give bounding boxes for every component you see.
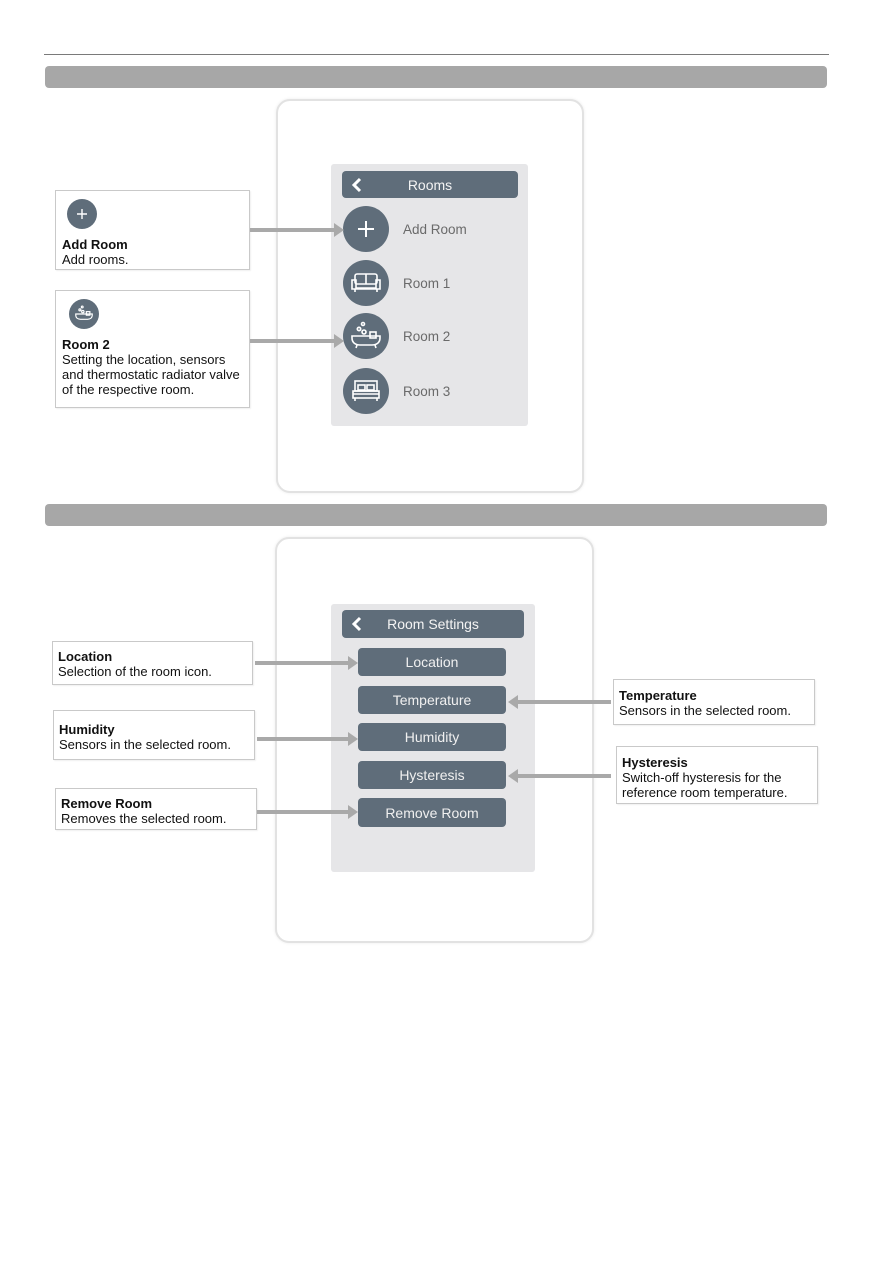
callout-temperature: Temperature Sensors in the selected room…	[613, 679, 815, 725]
chevron-left-icon[interactable]	[350, 177, 364, 193]
room-list-item-add-room[interactable]: Add Room	[343, 206, 467, 252]
bed-icon	[343, 368, 389, 414]
callout-remove-room: Remove Room Removes the selected room.	[55, 788, 257, 830]
callout-title: Add Room	[62, 237, 128, 252]
arrow-temperature	[508, 695, 611, 709]
section-bar-rooms	[45, 66, 827, 88]
callout-text: Sensors in the selected room.	[59, 737, 231, 752]
room-label: Room 1	[403, 275, 451, 291]
callout-text-line: reference room temperature.	[622, 785, 788, 800]
room-label: Room 2	[403, 328, 451, 344]
humidity-button[interactable]: Humidity	[358, 723, 506, 751]
callout-title: Humidity	[59, 722, 115, 737]
location-button[interactable]: Location	[358, 648, 506, 676]
callout-text-line: Switch-off hysteresis for the	[622, 770, 782, 785]
sofa-icon	[343, 260, 389, 306]
callout-room-2: Room 2 Setting the location, sensors and…	[55, 290, 250, 408]
callout-humidity: Humidity Sensors in the selected room.	[53, 710, 255, 760]
callout-title: Room 2	[62, 337, 110, 352]
callout-location: Location Selection of the room icon.	[52, 641, 253, 685]
temperature-button[interactable]: Temperature	[358, 686, 506, 714]
room-settings-header-title: Room Settings	[387, 616, 479, 632]
arrow-location	[255, 656, 358, 670]
chevron-left-icon[interactable]	[350, 616, 364, 632]
hysteresis-button[interactable]: Hysteresis	[358, 761, 506, 789]
section-bar-room-settings	[45, 504, 827, 526]
callout-add-room: Add Room Add rooms.	[55, 190, 250, 270]
arrow-add-room	[250, 223, 344, 237]
arrow-hysteresis	[508, 769, 611, 783]
remove-room-button[interactable]: Remove Room	[358, 798, 506, 827]
callout-text: Selection of the room icon.	[58, 664, 212, 679]
callout-title: Remove Room	[61, 796, 153, 811]
arrow-room-2	[250, 334, 344, 348]
rooms-header: Rooms	[342, 171, 518, 198]
callout-text: Sensors in the selected room.	[619, 703, 791, 718]
arrow-remove-room	[257, 805, 358, 819]
callout-title: Location	[58, 649, 113, 664]
page-header-rule	[44, 54, 829, 55]
room-list-item-room-2[interactable]: Room 2	[343, 313, 450, 359]
callout-text-line: of the respective room.	[62, 382, 195, 397]
callout-title: Hysteresis	[622, 755, 688, 770]
rooms-header-title: Rooms	[407, 176, 453, 193]
callout-hysteresis: Hysteresis Switch-off hysteresis for the…	[616, 746, 818, 804]
room-label: Add Room	[403, 221, 467, 237]
callout-text-line: and thermostatic radiator valve	[62, 367, 240, 382]
plus-icon	[67, 199, 97, 229]
callout-text-line: Setting the location, sensors	[62, 352, 226, 367]
callout-title: Temperature	[619, 688, 697, 703]
arrow-humidity	[257, 732, 358, 746]
room-settings-header: Room Settings	[342, 610, 524, 638]
callout-text: Add rooms.	[62, 252, 129, 267]
room-label: Room 3	[403, 383, 451, 399]
bathtub-icon	[69, 299, 99, 329]
bathtub-icon	[343, 313, 389, 359]
room-list-item-room-3[interactable]: Room 3	[343, 368, 450, 414]
callout-text: Removes the selected room.	[61, 811, 227, 826]
plus-icon	[343, 206, 389, 252]
room-list-item-room-1[interactable]: Room 1	[343, 260, 450, 306]
